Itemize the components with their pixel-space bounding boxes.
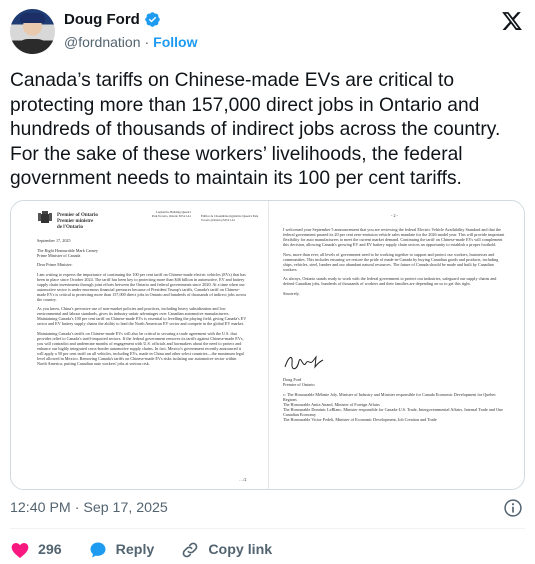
tweet-actions: 296 Reply Copy link (10, 539, 298, 561)
letter-office-fr2: de l'Ontario (57, 225, 83, 230)
letter-office-block: Premier of Ontario Premier ministre de l… (57, 213, 98, 231)
letter-closing: Sincerely, (283, 290, 300, 296)
author-handle[interactable]: @fordnation (64, 34, 140, 50)
reply-label: Reply (115, 542, 155, 558)
tweet-time: 12:40 PM (10, 500, 71, 516)
letter-p2-para1: I welcomed your September 5 announcement… (283, 227, 505, 247)
avatar-cap (20, 13, 45, 23)
handle-separator: · (144, 34, 150, 50)
letter-p2-para3: As always, Ontario stands ready to work … (283, 276, 497, 286)
letter-continued-mark: …/2 (239, 477, 247, 482)
reply-button[interactable]: Reply (88, 540, 155, 560)
author-name-row: Doug Ford (64, 11, 161, 28)
letter-signer-block: Doug Ford Premier of Ontario c: The Hono… (283, 377, 505, 422)
verified-badge-icon (145, 12, 160, 27)
tweet-timestamp[interactable]: 12:40 PM · Sep 17, 2025 (10, 500, 168, 516)
x-logo-icon[interactable] (501, 10, 523, 32)
tweet-image-letter[interactable]: Premier of Ontario Premier ministre de l… (10, 200, 525, 490)
link-icon (182, 542, 198, 558)
letter-page-number: - 2 - (391, 213, 398, 218)
like-button[interactable]: 296 (10, 540, 62, 560)
letter-signer-title: Premier of Ontario (283, 382, 315, 387)
letter-salutation: Dear Prime Minister: (37, 262, 73, 267)
letter-address-en: Legislative Building Queen's Park Toront… (151, 210, 191, 218)
divider (10, 528, 525, 529)
signature-image (284, 355, 324, 370)
letter-recipient: The Right Honourable Mark Carney Prime M… (37, 247, 98, 258)
ontario-crest-icon (38, 211, 52, 223)
letter-page-1: Premier of Ontario Premier ministre de l… (11, 201, 269, 489)
letter-address-fr: Édifice de l'Assemblée législative Queen… (201, 214, 259, 222)
author-name[interactable]: Doug Ford (64, 11, 140, 28)
letter-page-2: - 2 - I welcomed your September 5 announ… (269, 201, 524, 489)
info-icon[interactable] (503, 498, 523, 518)
letter-p1-para2: As you know, China's pervasive use of no… (37, 306, 247, 326)
letter-p1-para1: I am writing to express the importance o… (37, 271, 247, 302)
letter-p1-para3: Maintaining Canada's tariffs on Chinese-… (37, 330, 244, 366)
timestamp-separator: · (74, 500, 80, 516)
letter-date: September 17, 2025 (37, 238, 71, 243)
letter-body-2: I welcomed your September 5 announcement… (283, 227, 505, 300)
letter-body-1: September 17, 2025 The Right Honourable … (37, 238, 247, 370)
copy-link-button[interactable]: Copy link (180, 540, 272, 560)
tweet-date: Sep 17, 2025 (83, 500, 168, 516)
heart-icon (11, 543, 29, 558)
copy-link-label: Copy link (208, 542, 273, 558)
letter-cc-list: c: The Honourable Mélanie Joly, Minister… (283, 391, 503, 422)
letter-p2-para2: Now, more than ever, all levels of gover… (283, 251, 499, 272)
reply-bubble-icon (90, 542, 106, 558)
tweet-text: Canada’s tariffs on Chinese-made EVs are… (10, 70, 501, 189)
avatar-shirt (14, 39, 51, 54)
follow-button[interactable]: Follow (153, 34, 197, 50)
author-handle-row: @fordnation · Follow (64, 34, 197, 50)
tweet-header: Doug Ford @fordnation · Follow (0, 0, 535, 62)
avatar[interactable] (10, 9, 55, 54)
like-count: 296 (38, 542, 62, 558)
